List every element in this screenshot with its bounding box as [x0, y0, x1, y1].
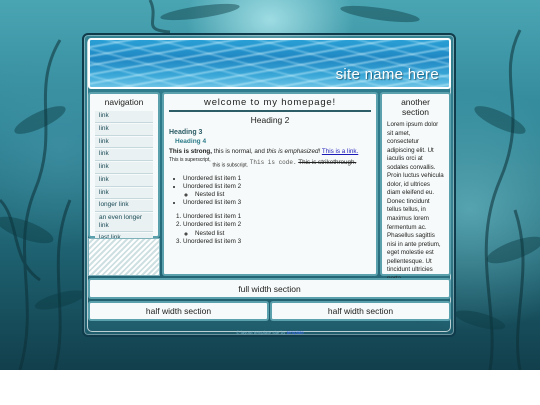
- nav-link-7[interactable]: link: [95, 187, 153, 200]
- full-width-label: full width section: [238, 283, 301, 294]
- footer-link[interactable]: template: [287, 330, 304, 335]
- heading-4: Heading 4: [175, 138, 207, 145]
- list-item: Unordered list item 3: [183, 199, 371, 207]
- sample-link[interactable]: This is a link.: [322, 148, 358, 155]
- ordered-list: Unordered list item 1 Unordered list ite…: [183, 213, 371, 246]
- main-title: welcome to my homepage!: [169, 97, 371, 112]
- footer: © layout template site by template: [0, 330, 540, 335]
- code-text: This is code.: [249, 158, 297, 166]
- footer-text: © layout template site by: [236, 330, 287, 335]
- normal-text: this is normal, and: [212, 148, 267, 155]
- site-header: site name here: [88, 38, 451, 89]
- superscript-text: This is superscript,: [169, 156, 211, 163]
- nav-link-longer[interactable]: longer link: [95, 200, 153, 213]
- nav-link-5[interactable]: link: [95, 162, 153, 174]
- nav-link-6[interactable]: link: [95, 174, 153, 187]
- nav-link-1[interactable]: link: [95, 111, 153, 123]
- half-width-label-right: half width section: [327, 306, 394, 316]
- nav-link-3[interactable]: link: [95, 136, 153, 149]
- navigation-title: navigation: [104, 97, 144, 107]
- nav-link-2[interactable]: link: [95, 123, 153, 136]
- site-name[interactable]: site name here: [336, 66, 439, 83]
- unordered-list: Unordered list item 1 Unordered list ite…: [183, 175, 371, 208]
- list-item: Unordered list item 1: [183, 213, 371, 221]
- nested-list: Nested list: [195, 191, 371, 199]
- heading-2: Heading 2: [250, 115, 290, 125]
- list-item: Unordered list item 3: [183, 238, 371, 246]
- strikethrough-text: This is strikethrough.: [298, 158, 357, 166]
- another-section-title: another section: [401, 97, 430, 117]
- list-item: Unordered list item 1: [183, 175, 371, 183]
- navigation-panel: navigation link link link link link link…: [88, 92, 160, 246]
- half-width-section-right: half width section: [270, 301, 451, 321]
- half-width-section-left: half width section: [88, 301, 269, 321]
- half-width-label-left: half width section: [145, 306, 212, 316]
- lorem-paragraph: Lorem ipsum dolor sit amet, consectetur …: [387, 121, 444, 282]
- nav-link-4[interactable]: link: [95, 149, 153, 162]
- strong-text: This is strong,: [169, 148, 213, 155]
- another-section-panel: another section Lorem ipsum dolor sit am…: [380, 92, 451, 282]
- nested-list: Nested list: [195, 230, 371, 238]
- list-item: Unordered list item 2 Nested list: [183, 221, 371, 237]
- subscript-text: this is subscript.: [212, 161, 249, 168]
- nav-link-even-longer[interactable]: an even longer link: [95, 213, 153, 233]
- nested-list-item: Nested list: [195, 230, 371, 238]
- emphasized-text: this is emphasized!: [266, 148, 321, 155]
- main-content-panel: welcome to my homepage! Heading 2 Headin…: [162, 92, 378, 276]
- nested-list-item: Nested list: [195, 191, 371, 199]
- heading-3: Heading 3: [169, 129, 203, 136]
- full-width-section: full width section: [88, 278, 451, 299]
- list-item-text: Unordered list item 2: [183, 221, 242, 229]
- navigation-stripes: [88, 238, 160, 276]
- sample-paragraph: This is strong, this is normal, and this…: [169, 148, 371, 169]
- list-item: Unordered list item 2 Nested list: [183, 183, 371, 199]
- list-item-text: Unordered list item 2: [183, 182, 242, 190]
